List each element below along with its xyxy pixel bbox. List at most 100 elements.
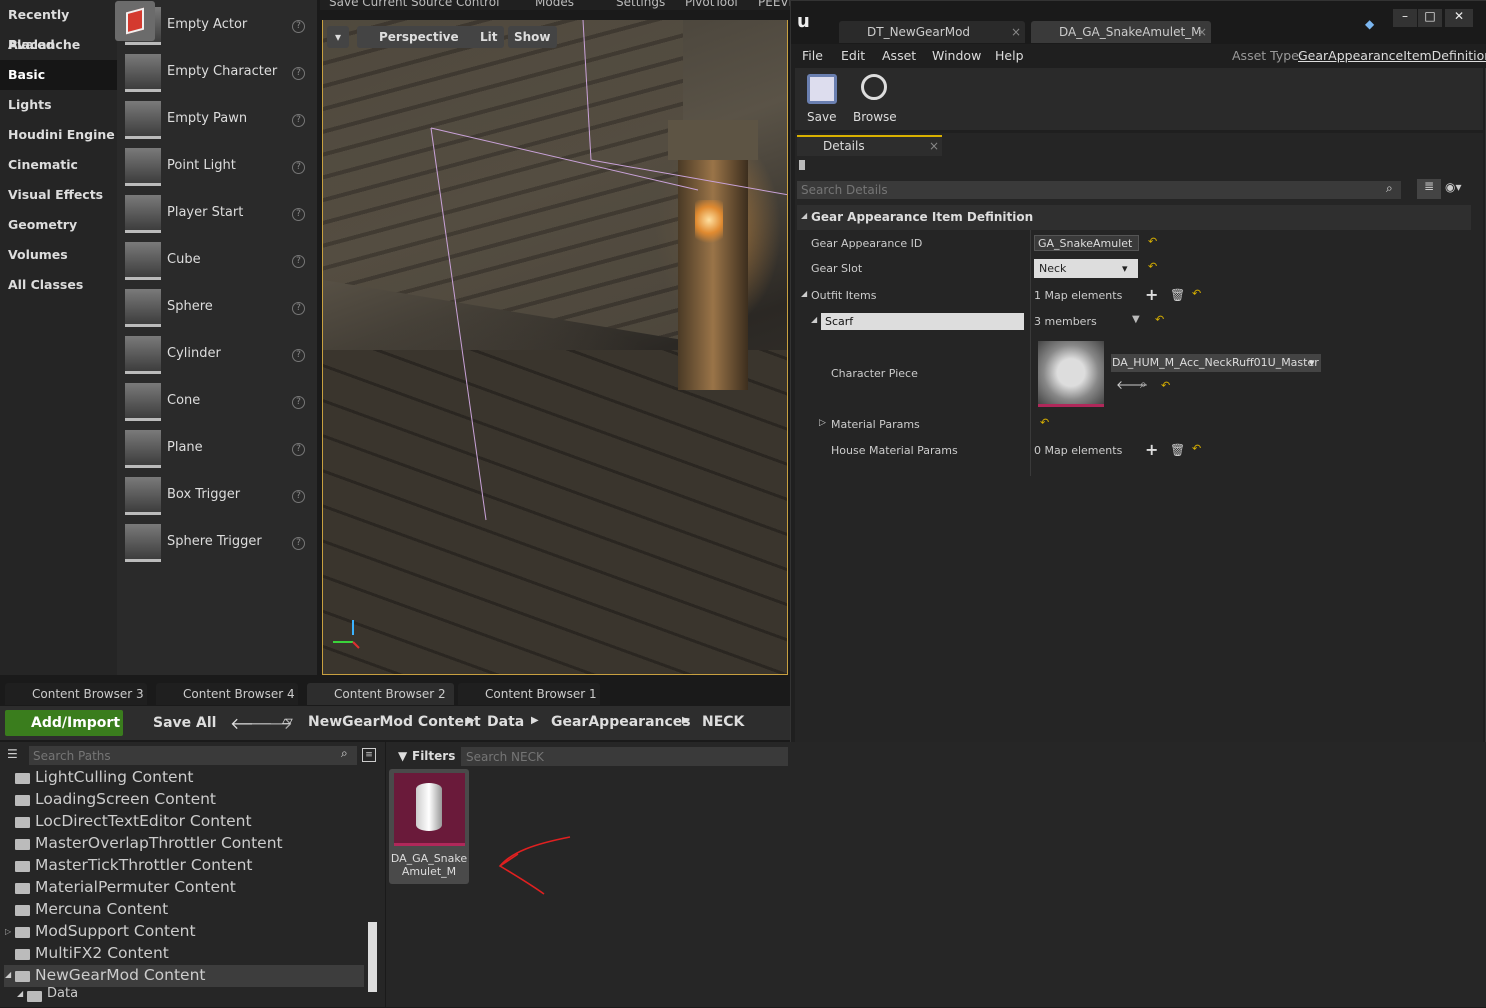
reset-arrow-icon[interactable]: ↶ (1192, 443, 1202, 454)
search-details-input[interactable] (797, 181, 1401, 199)
gear-slot-dropdown[interactable]: Neck ▾ (1034, 259, 1138, 278)
browse-button[interactable]: Browse (851, 72, 899, 124)
path-item-data[interactable]: Data (27, 986, 78, 1008)
show-button[interactable]: Show (508, 26, 557, 48)
add-icon[interactable]: + (1145, 440, 1158, 459)
help-icon[interactable]: ? (292, 208, 305, 221)
category-cinematic[interactable]: Cinematic (0, 150, 117, 180)
placed-actor-drag-icon[interactable] (115, 1, 155, 41)
search-icon[interactable]: ⌕ (341, 746, 348, 761)
asset-tile-da-ga-snakeamulet-m[interactable]: DA_GA_Snake Amulet_M (389, 769, 469, 884)
path-item[interactable]: MasterOverlapThrottler Content (15, 834, 283, 856)
place-item-empty-pawn[interactable]: Empty Pawn? (117, 97, 317, 144)
lock-icon[interactable] (799, 160, 805, 170)
path-item[interactable]: LoadingScreen Content (15, 790, 216, 812)
section-header[interactable]: ◢ Gear Appearance Item Definition (797, 205, 1471, 230)
level-viewport[interactable]: ▾ Perspective Lit Show (322, 20, 788, 675)
menu-edit[interactable]: Edit (841, 48, 865, 63)
tab-content-browser-3[interactable]: Content Browser 3 (5, 683, 147, 705)
toolbar-modes[interactable]: Modes (535, 0, 574, 9)
search-paths-input[interactable] (29, 746, 357, 765)
category-all-classes[interactable]: All Classes (0, 270, 117, 300)
tab-content-browser-4[interactable]: Content Browser 4 (156, 683, 298, 705)
tab-da-ga-snakeamulet-m[interactable]: DA_GA_SnakeAmulet_M × (1031, 21, 1211, 43)
tab-content-browser-2[interactable]: Content Browser 2 (307, 683, 454, 705)
search-icon[interactable]: ⌕ (1386, 181, 1393, 196)
path-item[interactable]: LocDirectTextEditor Content (15, 812, 252, 834)
menu-help[interactable]: Help (995, 48, 1024, 63)
menu-asset[interactable]: Asset (882, 48, 916, 63)
chevron-down-icon[interactable]: ▼ (1132, 314, 1140, 325)
path-item-newgearmod-content[interactable]: NewGearMod Content (15, 966, 206, 988)
category-geometry[interactable]: Geometry (0, 210, 117, 240)
minimize-icon[interactable]: – (1393, 9, 1417, 27)
breadcrumb-neck[interactable]: NECK (702, 714, 744, 730)
search-assets-input[interactable] (461, 747, 788, 766)
gear-appearance-id-input[interactable] (1034, 235, 1139, 251)
path-item[interactable]: MaterialPermuter Content (15, 878, 236, 900)
expand-arrow-icon[interactable]: ◢ (5, 970, 11, 979)
place-item-empty-character[interactable]: Empty Character? (117, 50, 317, 97)
add-import-button[interactable]: Add/Import (5, 710, 123, 736)
lit-button[interactable]: Lit (458, 26, 504, 48)
toolbar-source-control[interactable]: Source Control (411, 0, 499, 9)
reset-arrow-icon[interactable]: ↶ (1148, 261, 1158, 272)
character-piece-picker[interactable]: DA_HUM_M_Acc_NeckRuff01U_Master ▾ (1111, 354, 1321, 372)
tab-content-browser-1[interactable]: Content Browser 1 (458, 683, 600, 705)
save-all-button[interactable]: Save All (134, 710, 216, 736)
help-icon[interactable]: ? (292, 161, 305, 174)
help-icon[interactable]: ? (292, 537, 305, 550)
place-item-box-trigger[interactable]: Box Trigger? (117, 473, 317, 520)
close-icon[interactable]: × (1197, 21, 1207, 43)
category-recently-placed[interactable]: Recently Placed (0, 0, 117, 52)
toolbar-save-current[interactable]: Save Current (329, 0, 407, 9)
breadcrumb-arrow-icon[interactable]: ▶ (682, 715, 690, 726)
menu-window[interactable]: Window (932, 48, 981, 63)
help-icon[interactable]: ? (292, 67, 305, 80)
place-item-plane[interactable]: Plane? (117, 426, 317, 473)
reset-arrow-icon[interactable]: ↶ (1040, 417, 1050, 428)
trash-icon[interactable]: 🗑 (1170, 443, 1185, 457)
expand-arrow-icon[interactable]: ◢ (811, 315, 817, 324)
sources-panel-icon[interactable]: ☰ (7, 747, 18, 761)
place-item-player-start[interactable]: Player Start? (117, 191, 317, 238)
eye-icon[interactable]: ◉▾ (1445, 180, 1462, 194)
neck-ruff-thumbnail[interactable] (1038, 341, 1104, 407)
scrollbar-thumb[interactable] (368, 922, 377, 992)
browse-search-icon[interactable]: ⌕ (1140, 377, 1147, 392)
help-icon[interactable]: ? (292, 20, 305, 33)
breadcrumb-data[interactable]: Data (487, 714, 524, 730)
help-icon[interactable]: ? (292, 490, 305, 503)
place-item-sphere-trigger[interactable]: Sphere Trigger? (117, 520, 317, 567)
place-item-point-light[interactable]: Point Light? (117, 144, 317, 191)
category-avalanche[interactable]: Avalanche (0, 30, 117, 60)
expand-arrow-icon[interactable]: ▷ (5, 927, 11, 936)
place-item-cone[interactable]: Cone? (117, 379, 317, 426)
viewport-options-button[interactable]: ▾ (327, 26, 349, 48)
perspective-button[interactable]: Perspective (357, 26, 465, 48)
reset-arrow-icon[interactable]: ↶ (1192, 288, 1202, 299)
tab-details[interactable]: Details × (797, 135, 942, 156)
place-item-cylinder[interactable]: Cylinder? (117, 332, 317, 379)
toolbar-pivottool[interactable]: PivotTool (685, 0, 738, 9)
category-basic[interactable]: Basic (0, 60, 117, 90)
view-options-icon[interactable]: ≡ (362, 748, 376, 762)
help-icon[interactable]: ? (292, 114, 305, 127)
save-button[interactable]: Save (803, 72, 841, 124)
filters-button[interactable]: Filters ▼ (390, 746, 456, 766)
reset-arrow-icon[interactable]: ↶ (1148, 236, 1158, 247)
close-icon[interactable]: × (929, 137, 939, 156)
category-volumes[interactable]: Volumes (0, 240, 117, 270)
expand-arrow-icon[interactable]: ◢ (17, 989, 23, 998)
place-item-sphere[interactable]: Sphere? (117, 285, 317, 332)
folder-open-icon[interactable]: ▱ (282, 713, 293, 729)
help-icon[interactable]: ? (292, 396, 305, 409)
breadcrumb-newgearmod-content[interactable]: NewGearMod Content (308, 714, 481, 730)
path-item[interactable]: ModSupport Content (15, 922, 196, 944)
path-item[interactable]: MasterTickThrottler Content (15, 856, 252, 878)
toolbar-peeves[interactable]: PEEVES (758, 0, 790, 9)
place-item-cube[interactable]: Cube? (117, 238, 317, 285)
source-control-icon[interactable]: ◆ (1365, 17, 1374, 31)
close-icon[interactable]: × (1011, 21, 1021, 43)
tab-dt-newgearmod[interactable]: DT_NewGearMod × (839, 21, 1025, 43)
